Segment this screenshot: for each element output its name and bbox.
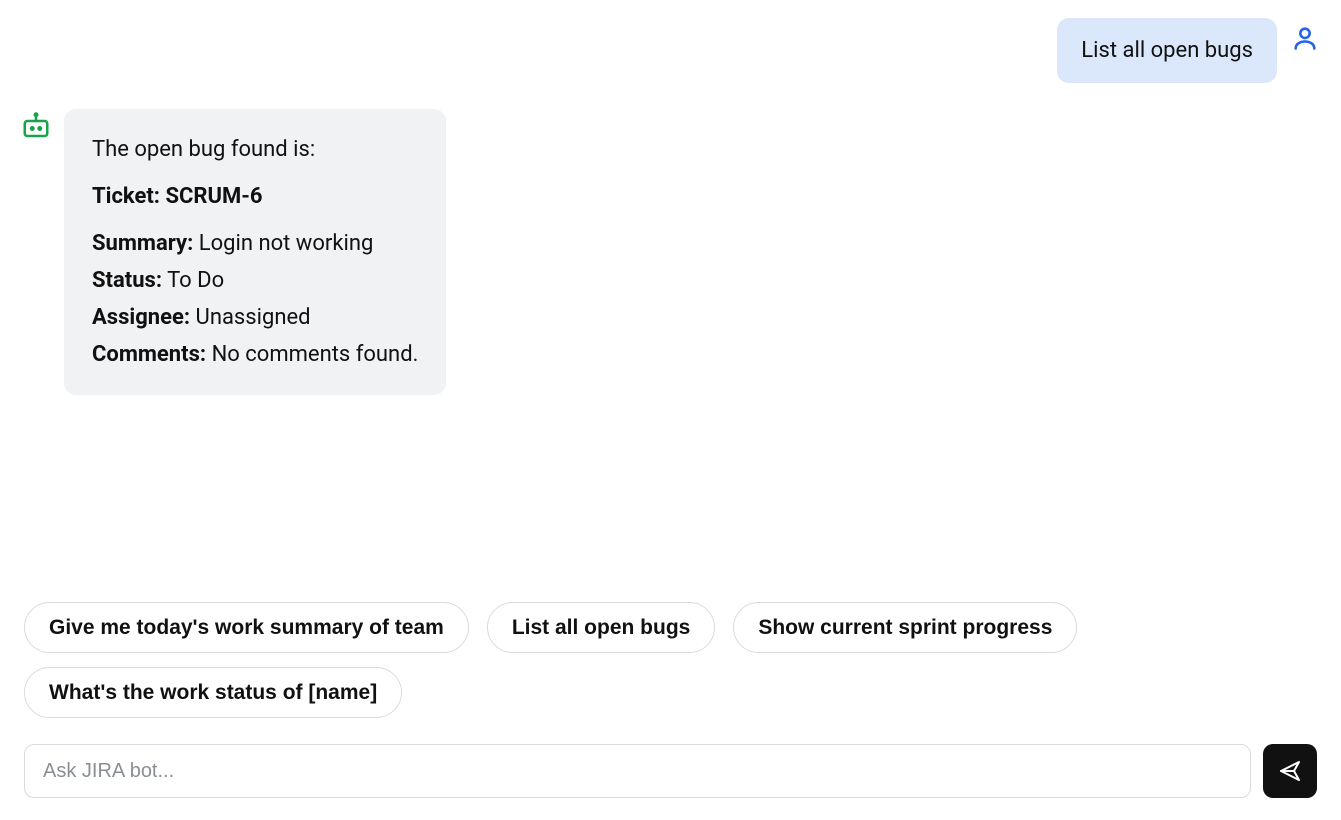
- bot-intro-text: The open bug found is:: [92, 133, 418, 166]
- input-row: [24, 744, 1317, 798]
- bot-comments-line: Comments: No comments found.: [92, 338, 418, 371]
- suggestion-chip-sprint-progress[interactable]: Show current sprint progress: [733, 602, 1077, 653]
- bot-status-line: Status: To Do: [92, 264, 418, 297]
- bot-avatar: [20, 111, 52, 141]
- user-message-bubble: List all open bugs: [1057, 18, 1277, 83]
- bottom-area: Give me today's work summary of team Lis…: [24, 602, 1317, 798]
- ticket-value: SCRUM-6: [165, 184, 262, 209]
- suggestion-chips: Give me today's work summary of team Lis…: [24, 602, 1317, 718]
- bot-assignee-line: Assignee: Unassigned: [92, 301, 418, 334]
- comments-value: No comments found.: [212, 342, 419, 367]
- suggestion-chip-work-summary[interactable]: Give me today's work summary of team: [24, 602, 469, 653]
- chat-input[interactable]: [24, 744, 1251, 798]
- summary-value: Login not working: [199, 231, 374, 256]
- send-button[interactable]: [1263, 744, 1317, 798]
- status-label: Status:: [92, 268, 162, 293]
- send-icon: [1278, 759, 1302, 783]
- comments-label: Comments:: [92, 342, 206, 367]
- user-message-text: List all open bugs: [1081, 38, 1253, 63]
- assignee-label: Assignee:: [92, 305, 190, 330]
- status-value: To Do: [167, 268, 224, 293]
- user-avatar: [1289, 24, 1321, 52]
- suggestion-chip-work-status[interactable]: What's the work status of [name]: [24, 667, 402, 718]
- bot-icon: [21, 111, 51, 141]
- user-icon: [1291, 24, 1319, 52]
- bot-message-bubble: The open bug found is: Ticket: SCRUM-6 S…: [64, 109, 446, 395]
- summary-label: Summary:: [92, 231, 193, 256]
- assignee-value: Unassigned: [196, 305, 311, 330]
- bot-summary-line: Summary: Login not working: [92, 227, 418, 260]
- message-row-user: List all open bugs: [20, 18, 1321, 83]
- chat-messages: List all open bugs The open bug found is…: [0, 0, 1341, 580]
- suggestion-chip-open-bugs[interactable]: List all open bugs: [487, 602, 716, 653]
- message-row-bot: The open bug found is: Ticket: SCRUM-6 S…: [20, 109, 1321, 395]
- ticket-label: Ticket:: [92, 184, 160, 209]
- bot-ticket-line: Ticket: SCRUM-6: [92, 180, 418, 213]
